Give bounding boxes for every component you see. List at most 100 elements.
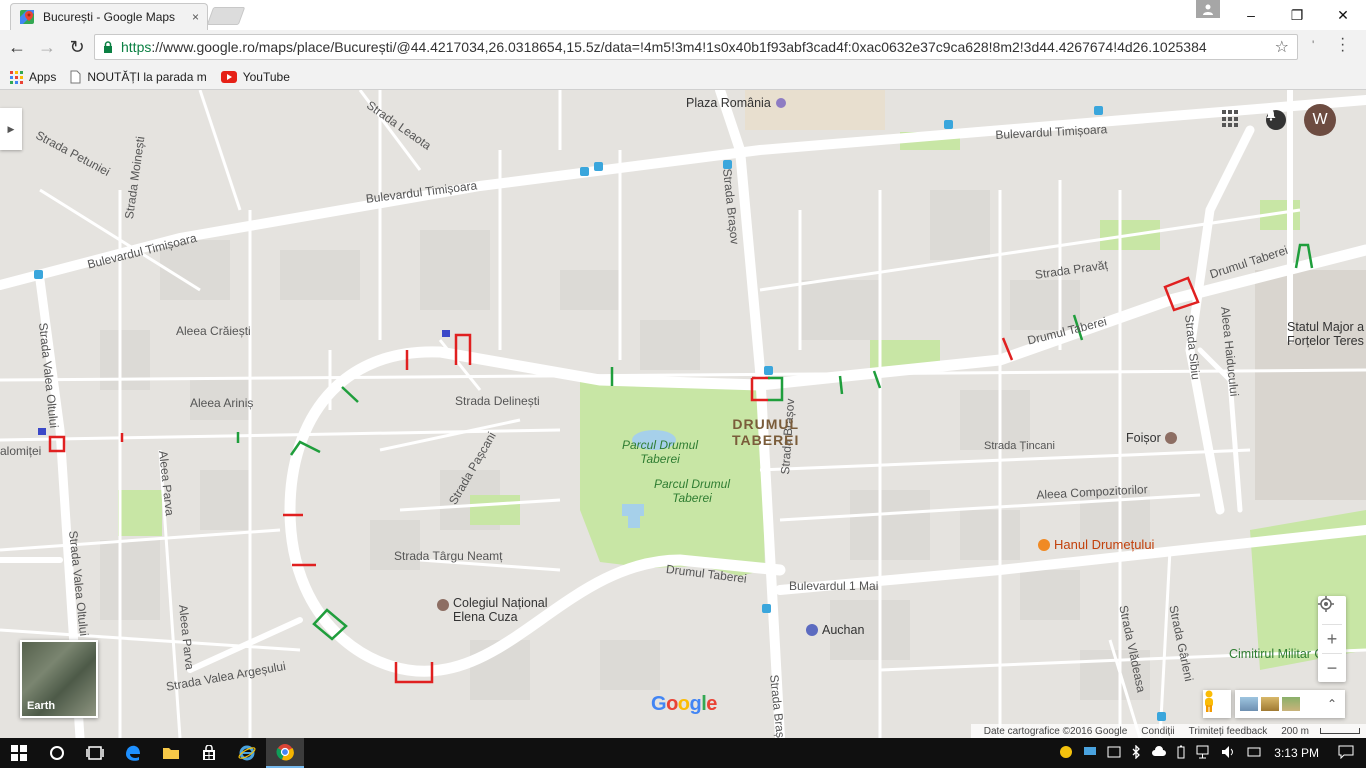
tab-strip: București - Google Maps × – ❐ ✕ [0, 0, 1366, 30]
bookmark-apps[interactable]: Apps [10, 70, 56, 84]
cloud-icon[interactable] [1151, 745, 1167, 761]
feedback-link[interactable]: Trimiteți feedback [1189, 726, 1268, 737]
battery-icon[interactable] [1177, 745, 1185, 762]
side-panel-toggle-button[interactable]: ▶ [0, 108, 22, 150]
minimize-button[interactable]: – [1228, 0, 1274, 30]
transit-stop-icon[interactable] [1094, 106, 1103, 115]
street-label: Aleea Crăiești [176, 324, 251, 338]
tray-yellow-icon [1060, 745, 1073, 758]
tab-title: București - Google Maps [43, 10, 176, 24]
volume-icon[interactable] [1221, 745, 1237, 762]
map-footer: Date cartografice ©2016 Google Condiții … [970, 724, 1366, 738]
close-window-button[interactable]: ✕ [1320, 0, 1366, 30]
page-icon [70, 70, 81, 84]
logo-letter: e [706, 693, 717, 715]
poi-auchan[interactable]: Auchan [806, 623, 864, 637]
street-label: Strada Târgu Neamț [394, 549, 503, 563]
transit-stop-icon[interactable] [1157, 712, 1166, 721]
pegman-icon [1205, 690, 1213, 712]
expand-layers-icon[interactable]: ⌃ [1327, 697, 1337, 711]
action-center-icon[interactable] [1338, 745, 1354, 762]
chrome-icon[interactable] [266, 738, 304, 768]
forward-button[interactable]: → [32, 33, 62, 63]
chrome-glyph-icon [276, 744, 294, 761]
tray-grid-icon[interactable] [1107, 746, 1121, 761]
store-icon[interactable] [190, 738, 228, 768]
transit-stop-icon[interactable] [594, 162, 603, 171]
system-tray: 3:13 PM [1054, 738, 1366, 768]
transit-stop-icon[interactable] [944, 120, 953, 129]
task-view-glyph-icon [86, 746, 104, 760]
youtube-icon [220, 71, 237, 83]
crosshair-icon [1318, 596, 1334, 612]
google-apps-icon[interactable] [1222, 110, 1240, 128]
tab-close-icon[interactable]: × [192, 10, 199, 24]
poi-plaza-romania[interactable]: Plaza România [686, 96, 771, 110]
map-canvas[interactable]: Plaza România Bulevardul Timișoara Bulev… [0, 90, 1366, 738]
poi-statul-major[interactable]: Statul Major a Forțelor Teres [1287, 320, 1364, 348]
map-roads-layer [0, 90, 1366, 738]
file-explorer-icon[interactable] [152, 738, 190, 768]
reload-button[interactable]: ↻ [62, 33, 92, 63]
bookmark-star-icon[interactable]: ☆ [1275, 37, 1289, 57]
language-icon[interactable] [1247, 745, 1261, 762]
extension-icon[interactable]: ' [1312, 38, 1314, 52]
new-tab-button[interactable] [206, 7, 246, 25]
landmark-icon [1164, 432, 1177, 444]
network-icon[interactable] [1195, 745, 1211, 762]
poi-label: Hanul Drumețului [1054, 537, 1155, 552]
restaurant-icon [1038, 538, 1050, 551]
earth-view-toggle[interactable]: Earth [20, 640, 98, 718]
bluetooth-icon[interactable] [1131, 743, 1141, 762]
notifications-bell-icon[interactable] [1266, 110, 1286, 130]
bookmark-noutati[interactable]: NOUTĂȚI la parada m [70, 70, 207, 84]
park-label: Parcul Drumul Taberei [654, 477, 731, 505]
onedrive-icon [1152, 745, 1167, 756]
taskbar-clock[interactable]: 3:13 PM [1274, 746, 1319, 760]
url-path: ://www.google.ro/maps/place/București/@4… [151, 39, 1207, 55]
address-bar[interactable]: https://www.google.ro/maps/place/Bucureș… [94, 34, 1298, 60]
poi-foisor[interactable]: Foișor [1126, 431, 1181, 445]
earth-label: Earth [27, 700, 56, 712]
scale-label[interactable]: 200 m [1281, 726, 1309, 737]
layer-thumbnail[interactable] [1282, 697, 1300, 711]
bookmarks-bar: Apps NOUTĂȚI la parada m YouTube [0, 65, 1366, 90]
monitor-icon [1084, 746, 1097, 755]
layer-thumbnail[interactable] [1240, 697, 1258, 711]
street-label: Strada Delinești [455, 394, 540, 408]
maximize-button[interactable]: ❐ [1274, 0, 1320, 30]
circle-icon [50, 746, 64, 760]
terms-link[interactable]: Condiții [1141, 726, 1174, 737]
battery-glyph-icon [1177, 745, 1185, 758]
profile-icon[interactable] [1196, 0, 1220, 18]
zoom-in-button[interactable]: + [1318, 625, 1346, 653]
transit-stop-icon[interactable] [762, 604, 771, 613]
apps-grid-icon [10, 70, 23, 84]
zoom-out-button[interactable]: − [1318, 654, 1346, 682]
transit-stop-icon[interactable] [34, 270, 43, 279]
logo-letter: o [677, 693, 690, 715]
browser-window: București - Google Maps × – ❐ ✕ ← → ↻ ht… [0, 0, 1366, 768]
my-location-button[interactable] [1318, 596, 1346, 624]
back-button[interactable]: ← [2, 33, 32, 63]
edge-icon[interactable] [114, 738, 152, 768]
tray-display-icon[interactable] [1083, 746, 1097, 761]
street-label: Strada Țincani [984, 440, 1055, 452]
bookmark-youtube[interactable]: YouTube [220, 70, 290, 84]
layer-thumbnail[interactable] [1261, 697, 1279, 711]
transit-stop-icon[interactable] [580, 167, 589, 176]
ie-icon[interactable] [228, 738, 266, 768]
start-icon[interactable] [0, 738, 38, 768]
chrome-menu-icon[interactable]: · · · [1340, 31, 1345, 59]
tab-google-maps[interactable]: București - Google Maps × [10, 3, 208, 30]
street-view-pegman[interactable] [1203, 690, 1231, 718]
map-layers-control[interactable]: ⌃ [1235, 690, 1345, 718]
task-view-icon[interactable] [76, 738, 114, 768]
cortana-icon[interactable] [38, 738, 76, 768]
tray-app-icon[interactable] [1059, 745, 1073, 762]
account-avatar[interactable]: W [1304, 104, 1336, 136]
poi-colegiul[interactable]: Colegiul Național Elena Cuza [437, 596, 548, 624]
map-zoom-controls: + − [1318, 596, 1346, 682]
transit-stop-icon[interactable] [764, 366, 773, 375]
poi-hanul[interactable]: Hanul Drumețului [1038, 537, 1154, 552]
